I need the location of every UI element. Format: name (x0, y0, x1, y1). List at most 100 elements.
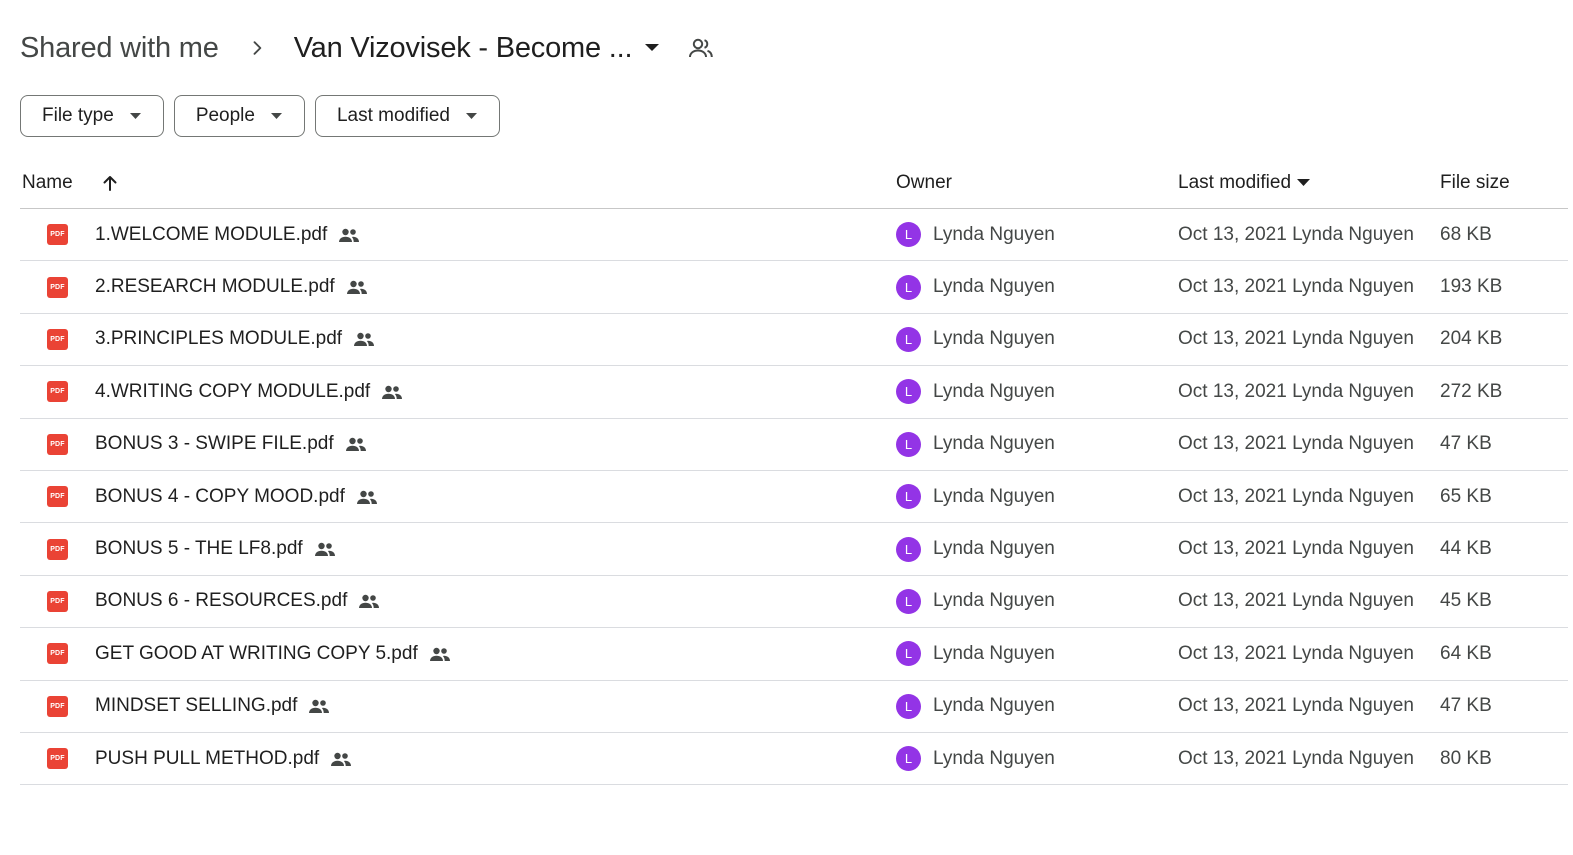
file-name-cell: PDF BONUS 3 - SWIPE FILE.pdf (20, 433, 896, 455)
pdf-file-icon: PDF (47, 276, 68, 298)
file-name[interactable]: BONUS 5 - THE LF8.pdf (95, 538, 303, 560)
table-row[interactable]: PDF 2.RESEARCH MODULE.pdf L Lynda Nguyen Oct… (20, 261, 1568, 314)
filter-chips: File type People Last modified (20, 95, 500, 137)
column-owner[interactable]: Owner (896, 172, 1178, 194)
avatar[interactable]: L (896, 326, 921, 352)
file-name-cell: PDF 1.WELCOME MODULE.pdf (20, 224, 896, 246)
column-last-modified[interactable]: Last modified (1178, 172, 1440, 194)
pdf-file-icon: PDF (47, 486, 68, 508)
filter-people[interactable]: People (173, 95, 305, 137)
file-name-cell: PDF 2.RESEARCH MODULE.pdf (20, 276, 896, 298)
filter-file-type-label: File type (42, 105, 114, 126)
owner-name: Lynda Nguyen (933, 276, 1055, 298)
caret-down-icon (466, 113, 477, 119)
shared-folder-people-icon[interactable] (688, 37, 714, 59)
avatar[interactable]: L (896, 693, 921, 719)
file-name-cell: PDF BONUS 6 - RESOURCES.pdf (20, 590, 896, 612)
pdf-file-icon: PDF (47, 381, 68, 403)
caret-down-icon[interactable] (644, 43, 660, 53)
owner-name: Lynda Nguyen (933, 747, 1055, 769)
pdf-file-icon: PDF (47, 695, 68, 717)
file-name[interactable]: BONUS 3 - SWIPE FILE.pdf (95, 433, 334, 455)
column-file-size[interactable]: File size (1440, 172, 1568, 194)
pdf-file-icon: PDF (47, 433, 68, 455)
avatar[interactable]: L (896, 746, 921, 772)
avatar[interactable]: L (896, 641, 921, 667)
column-name[interactable]: Name (20, 172, 896, 194)
file-last-modified: Oct 13, 2021 Lynda Nguyen (1178, 642, 1414, 664)
chevron-right-icon (247, 38, 267, 58)
shared-people-icon (338, 228, 360, 242)
avatar[interactable]: L (896, 274, 921, 300)
file-size: 64 KB (1440, 642, 1492, 664)
avatar[interactable]: L (896, 588, 921, 614)
pdf-file-icon: PDF (47, 590, 68, 612)
shared-people-icon (381, 385, 403, 399)
file-owner-cell: L Lynda Nguyen (896, 379, 1178, 405)
pdf-file-icon: PDF (47, 328, 68, 350)
table-row[interactable]: PDF 1.WELCOME MODULE.pdf L Lynda Nguyen Oct … (20, 209, 1568, 262)
file-name-cell: PDF GET GOOD AT WRITING COPY 5.pdf (20, 643, 896, 665)
file-name[interactable]: 3.PRINCIPLES MODULE.pdf (95, 328, 342, 350)
file-name[interactable]: 2.RESEARCH MODULE.pdf (95, 276, 335, 298)
file-rows: PDF 1.WELCOME MODULE.pdf L Lynda Nguyen Oct … (20, 209, 1568, 786)
breadcrumb-current-folder[interactable]: Van Vizovisek - Become ... (294, 32, 661, 65)
file-last-modified: Oct 13, 2021 Lynda Nguyen (1178, 485, 1414, 507)
caret-down-icon (270, 113, 282, 119)
file-list: Name Owner Last modified File size PDF 1.… (20, 157, 1568, 786)
filter-last-modified-label: Last modified (336, 105, 450, 126)
pdf-file-icon: PDF (47, 643, 68, 665)
table-row[interactable]: PDF 4.WRITING COPY MODULE.pdf L Lynda Nguye… (20, 366, 1568, 419)
pdf-file-icon: PDF (47, 224, 68, 246)
owner-name: Lynda Nguyen (933, 538, 1055, 560)
file-owner-cell: L Lynda Nguyen (896, 484, 1178, 510)
pdf-file-icon: PDF (47, 538, 68, 560)
owner-name: Lynda Nguyen (933, 642, 1055, 664)
file-size: 45 KB (1440, 590, 1492, 612)
file-name[interactable]: BONUS 6 - RESOURCES.pdf (95, 590, 347, 612)
file-name[interactable]: 4.WRITING COPY MODULE.pdf (95, 381, 370, 403)
file-name-cell: PDF PUSH PULL METHOD.pdf (20, 748, 896, 770)
avatar[interactable]: L (896, 222, 921, 248)
file-name[interactable]: 1.WELCOME MODULE.pdf (95, 224, 327, 246)
owner-name: Lynda Nguyen (933, 223, 1055, 245)
shared-people-icon (346, 280, 368, 295)
file-owner-cell: L Lynda Nguyen (896, 641, 1178, 667)
filter-last-modified[interactable]: Last modified (314, 95, 500, 137)
avatar[interactable]: L (896, 536, 921, 562)
breadcrumb-shared-with-me[interactable]: Shared with me (20, 32, 219, 65)
shared-people-icon (314, 542, 336, 557)
table-row[interactable]: PDF PUSH PULL METHOD.pdf L Lynda Nguyen Oct … (20, 733, 1568, 786)
caret-down-icon (129, 113, 141, 119)
file-owner-cell: L Lynda Nguyen (896, 746, 1178, 772)
caret-down-icon (1297, 179, 1311, 186)
file-name[interactable]: MINDSET SELLING.pdf (95, 695, 297, 717)
table-row[interactable]: PDF MINDSET SELLING.pdf L Lynda Nguyen Oct 1… (20, 681, 1568, 733)
file-name[interactable]: GET GOOD AT WRITING COPY 5.pdf (95, 643, 418, 665)
table-row[interactable]: PDF 3.PRINCIPLES MODULE.pdf L Lynda Nguyen O… (20, 314, 1568, 367)
table-row[interactable]: PDF BONUS 3 - SWIPE FILE.pdf L Lynda Nguyen… (20, 419, 1568, 471)
owner-name: Lynda Nguyen (933, 485, 1055, 507)
pdf-file-icon: PDF (47, 748, 68, 770)
filter-file-type[interactable]: File type (20, 95, 164, 137)
arrow-up-icon[interactable] (101, 174, 119, 192)
file-name[interactable]: BONUS 4 - COPY MOOD.pdf (95, 486, 345, 508)
owner-name: Lynda Nguyen (933, 695, 1055, 717)
table-row[interactable]: PDF BONUS 6 - RESOURCES.pdf L Lynda Nguyen O… (20, 576, 1568, 629)
file-owner-cell: L Lynda Nguyen (896, 536, 1178, 562)
shared-people-icon (330, 752, 352, 766)
file-name[interactable]: PUSH PULL METHOD.pdf (95, 748, 319, 770)
table-row[interactable]: PDF GET GOOD AT WRITING COPY 5.pdf L Lynda … (20, 628, 1568, 681)
file-name-cell: PDF MINDSET SELLING.pdf (20, 695, 896, 717)
file-owner-cell: L Lynda Nguyen (896, 274, 1178, 300)
avatar[interactable]: L (896, 379, 921, 405)
file-last-modified: Oct 13, 2021 Lynda Nguyen (1178, 276, 1414, 298)
avatar[interactable]: L (896, 484, 921, 510)
avatar[interactable]: L (896, 431, 921, 457)
table-row[interactable]: PDF BONUS 4 - COPY MOOD.pdf L Lynda Nguyen O… (20, 471, 1568, 524)
table-row[interactable]: PDF BONUS 5 - THE LF8.pdf L Lynda Nguyen Oct… (20, 523, 1568, 576)
file-last-modified: Oct 13, 2021 Lynda Nguyen (1178, 538, 1414, 560)
file-name-cell: PDF BONUS 4 - COPY MOOD.pdf (20, 486, 896, 508)
file-size: 193 KB (1440, 276, 1503, 298)
shared-people-icon (345, 437, 367, 452)
